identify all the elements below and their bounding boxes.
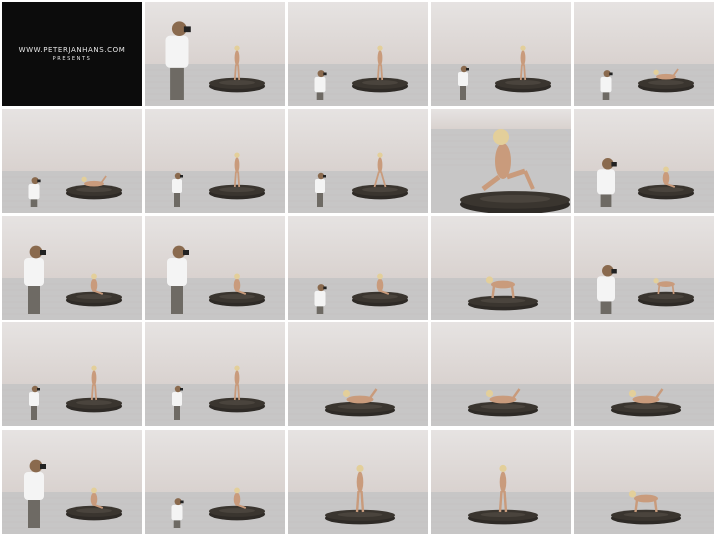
photo-scene: [2, 322, 142, 426]
thumbnail-1[interactable]: WWW.PETERJANHANS.COM PRESENTS: [2, 2, 142, 106]
sky: [431, 2, 571, 64]
sky: [145, 322, 285, 384]
title-card-presents: PRESENTS: [52, 56, 92, 62]
thumbnail-7[interactable]: [145, 109, 285, 213]
photo-scene: [145, 109, 285, 213]
sky: [431, 322, 571, 384]
thumbnail-9[interactable]: [431, 109, 571, 213]
photo-scene: [574, 109, 714, 213]
sky: [431, 216, 571, 278]
photo-scene: [145, 322, 285, 426]
thumbnail-15[interactable]: [574, 216, 714, 320]
photo-scene: [431, 430, 571, 534]
thumbnail-8[interactable]: [288, 109, 428, 213]
photo-scene: [288, 216, 428, 320]
thumbnail-25[interactable]: [574, 430, 714, 534]
sky: [2, 109, 142, 171]
photo-scene: [2, 430, 142, 534]
thumbnail-18[interactable]: [288, 322, 428, 426]
photo-scene: [288, 2, 428, 106]
thumbnail-21[interactable]: [2, 430, 142, 534]
thumbnail-20[interactable]: [574, 322, 714, 426]
thumbnail-17[interactable]: [145, 322, 285, 426]
sky: [288, 322, 428, 384]
sky: [574, 216, 714, 278]
sky: [288, 109, 428, 171]
photo-scene: [574, 430, 714, 534]
sky: [288, 216, 428, 278]
thumbnail-11[interactable]: [2, 216, 142, 320]
photo-scene: [574, 2, 714, 106]
thumbnail-4[interactable]: [431, 2, 571, 106]
photo-scene: [2, 109, 142, 213]
photo-scene: [574, 322, 714, 426]
photo-scene: [431, 322, 571, 426]
sky: [145, 216, 285, 278]
photo-scene: [2, 216, 142, 320]
thumbnail-13[interactable]: [288, 216, 428, 320]
thumbnail-6[interactable]: [2, 109, 142, 213]
thumbnail-23[interactable]: [288, 430, 428, 534]
sky: [2, 322, 142, 384]
sky: [431, 109, 571, 129]
thumbnail-2[interactable]: [145, 2, 285, 106]
photo-scene: [288, 109, 428, 213]
sky: [2, 216, 142, 278]
title-card-url: WWW.PETERJANHANS.COM: [18, 46, 126, 54]
thumbnail-12[interactable]: [145, 216, 285, 320]
photo-scene: [288, 322, 428, 426]
photo-scene: [574, 216, 714, 320]
photo-scene: [431, 216, 571, 320]
thumbnail-22[interactable]: [145, 430, 285, 534]
sky: [145, 109, 285, 171]
sky: [288, 2, 428, 64]
photo-scene: [431, 2, 571, 106]
photo-scene: [145, 216, 285, 320]
thumbnail-5[interactable]: [574, 2, 714, 106]
sky: [145, 430, 285, 492]
thumbnail-19[interactable]: [431, 322, 571, 426]
contact-sheet: WWW.PETERJANHANS.COM PRESENTS: [0, 0, 717, 537]
sky: [574, 430, 714, 492]
sky: [574, 322, 714, 384]
photo-scene: [145, 430, 285, 534]
thumbnail-3[interactable]: [288, 2, 428, 106]
photo-scene: [431, 109, 571, 213]
photo-scene: [288, 430, 428, 534]
thumbnail-16[interactable]: [2, 322, 142, 426]
thumbnail-14[interactable]: [431, 216, 571, 320]
sky: [574, 109, 714, 171]
photo-scene: [145, 2, 285, 106]
thumbnail-10[interactable]: [574, 109, 714, 213]
sky: [2, 430, 142, 492]
thumbnail-24[interactable]: [431, 430, 571, 534]
sky: [574, 2, 714, 64]
